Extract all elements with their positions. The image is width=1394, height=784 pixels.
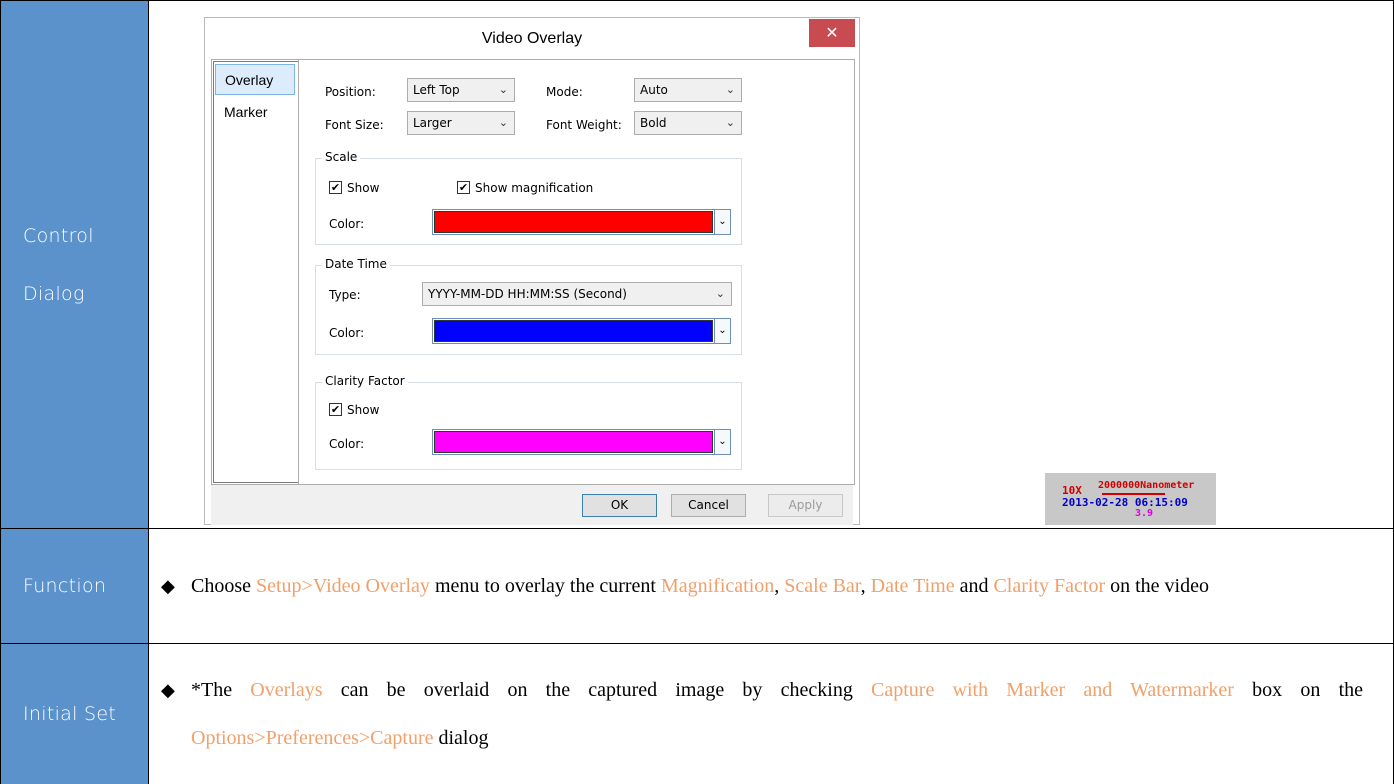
dialog-body: Overlay Marker Position: Left Top ⌄ Mode… — [211, 59, 855, 485]
term-overlays: Overlays — [250, 679, 323, 701]
function-cell: ◆ Choose Setup>Video Overlay menu to ove… — [148, 528, 1394, 644]
date-time-group: Date Time Type: YYYY-MM-DD HH:MM:SS (Sec… — [315, 257, 742, 355]
preview-date-time: 2013-02-28 06:15:09 — [1062, 496, 1188, 509]
scale-color-label: Color: — [329, 217, 365, 231]
date-time-type-value: YYYY-MM-DD HH:MM:SS (Second) — [428, 287, 627, 301]
row-label-control-dialog: Control Dialog — [0, 0, 149, 529]
label-line-control: Control — [23, 224, 94, 247]
font-weight-value: Bold — [640, 116, 667, 130]
cancel-button[interactable]: Cancel — [671, 494, 746, 517]
bullet-icon: ◆ — [161, 680, 175, 700]
scale-color-picker[interactable]: ⌄ — [432, 209, 731, 235]
row-function: Function ◆ Choose Setup>Video Overlay me… — [0, 528, 1394, 644]
date-time-type-select[interactable]: YYYY-MM-DD HH:MM:SS (Second) ⌄ — [422, 282, 732, 306]
text-run: , — [860, 575, 871, 597]
scale-show-label: Show — [347, 181, 380, 195]
show-magnification-label: Show magnification — [475, 181, 594, 195]
row-label-function: Function — [0, 528, 149, 644]
close-icon[interactable]: ✕ — [809, 19, 855, 47]
position-label: Position: — [325, 85, 376, 99]
term-capture-with-marker: Capture with Marker and Watermarker — [871, 679, 1234, 701]
font-weight-label: Font Weight: — [546, 118, 622, 132]
ok-button[interactable]: OK — [582, 494, 657, 517]
row-initial-set: Initial Set ◆ *The Overlays can be overl… — [0, 643, 1394, 784]
initial-set-cell: ◆ *The Overlays can be overlaid on the c… — [148, 643, 1394, 784]
dialog-sidebar: Overlay Marker — [212, 60, 299, 484]
mode-label: Mode: — [546, 85, 583, 99]
chevron-down-icon: ⌄ — [715, 287, 725, 300]
apply-button[interactable]: Apply — [768, 494, 843, 517]
show-magnification-checkbox[interactable]: ✔ — [457, 181, 470, 194]
dialog-footer: OK Cancel Apply — [211, 485, 853, 525]
font-size-select[interactable]: Larger ⌄ — [407, 111, 515, 135]
scale-group-label: Scale — [322, 150, 361, 164]
font-size-value: Larger — [413, 116, 452, 130]
font-weight-select[interactable]: Bold ⌄ — [634, 111, 742, 135]
chevron-down-icon: ⌄ — [714, 430, 730, 454]
sidebar-item-overlay[interactable]: Overlay — [215, 64, 295, 95]
chevron-down-icon: ⌄ — [714, 210, 730, 234]
term-date-time: Date Time — [870, 575, 955, 597]
clarity-color-swatch — [434, 431, 713, 453]
clarity-show-label: Show — [347, 403, 380, 417]
chevron-down-icon: ⌄ — [498, 116, 508, 129]
clarity-factor-group-label: Clarity Factor — [322, 374, 408, 388]
chevron-down-icon: ⌄ — [714, 319, 730, 343]
video-overlay-dialog: Video Overlay ✕ Overlay Marker Position:… — [204, 17, 860, 525]
overlay-panel: Position: Left Top ⌄ Mode: Auto ⌄ Font S… — [300, 60, 854, 484]
menu-path-setup-video-overlay: Setup>Video Overlay — [256, 575, 430, 597]
date-time-type-label: Type: — [329, 288, 361, 302]
date-time-group-label: Date Time — [322, 257, 390, 271]
font-size-label: Font Size: — [325, 118, 384, 132]
text-run: box on the — [1233, 679, 1364, 701]
chevron-down-icon: ⌄ — [725, 116, 735, 129]
clarity-color-label: Color: — [329, 437, 365, 451]
term-clarity-factor: Clarity Factor — [993, 575, 1106, 597]
dialog-title: Video Overlay — [481, 30, 583, 47]
term-magnification: Magnification — [660, 575, 775, 597]
function-paragraph: ◆ Choose Setup>Video Overlay menu to ove… — [149, 562, 1393, 610]
chevron-down-icon: ⌄ — [725, 83, 735, 96]
row-label-initial-set: Initial Set — [0, 643, 149, 784]
scale-color-swatch — [434, 211, 713, 233]
menu-path-options-preferences-capture: Options>Preferences>Capture — [191, 727, 434, 749]
clarity-show-checkbox[interactable]: ✔ — [329, 403, 342, 416]
clarity-factor-group: Clarity Factor ✔ Show Color: ⌄ — [315, 374, 742, 470]
preview-scale-text: 2000000Nanometer — [1098, 480, 1195, 491]
overlay-preview-image: 10X 2000000Nanometer 2013-02-28 06:15:09… — [1045, 473, 1216, 525]
position-value: Left Top — [413, 83, 460, 97]
mode-select[interactable]: Auto ⌄ — [634, 78, 742, 102]
scale-group: Scale ✔ Show ✔ Show magnification Color:… — [315, 150, 742, 245]
text-run: on the video — [1105, 575, 1209, 597]
sidebar-item-marker[interactable]: Marker — [215, 97, 295, 128]
mode-value: Auto — [640, 83, 668, 97]
bullet-icon: ◆ — [161, 576, 175, 596]
date-time-color-label: Color: — [329, 326, 365, 340]
text-run: Choose — [191, 575, 256, 597]
initial-set-paragraph: ◆ *The Overlays can be overlaid on the c… — [149, 666, 1393, 762]
text-run: , — [774, 575, 785, 597]
label-line-dialog: Dialog — [23, 282, 85, 305]
chevron-down-icon: ⌄ — [498, 83, 508, 96]
text-run: can be overlaid on the captured image by… — [322, 679, 872, 701]
date-time-color-swatch — [434, 320, 713, 342]
preview-clarity-factor: 3.9 — [1135, 508, 1154, 519]
preview-scale-bar — [1102, 493, 1165, 495]
scale-show-checkbox[interactable]: ✔ — [329, 181, 342, 194]
date-time-color-picker[interactable]: ⌄ — [432, 318, 731, 344]
text-run: and — [954, 575, 994, 597]
text-run: dialog — [433, 727, 489, 749]
text-run: *The — [191, 679, 251, 701]
term-scale-bar: Scale Bar — [784, 575, 861, 597]
text-run: menu to overlay the current — [429, 575, 661, 597]
clarity-color-picker[interactable]: ⌄ — [432, 429, 731, 455]
position-select[interactable]: Left Top ⌄ — [407, 78, 515, 102]
